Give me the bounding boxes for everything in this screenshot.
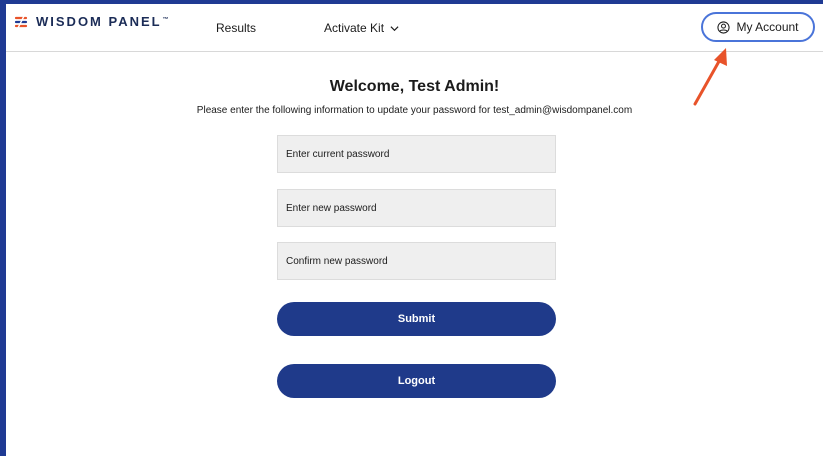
nav-results-link[interactable]: Results [216,21,256,35]
wisdom-panel-logo[interactable]: WISDOM PANEL™ [14,14,169,29]
new-password-input[interactable] [277,189,556,227]
logout-button[interactable]: Logout [277,364,556,398]
current-password-input[interactable] [277,135,556,173]
page-frame: WISDOM PANEL™ Results Activate Kit My Ac… [6,4,823,456]
wisdom-panel-logo-icon [14,15,28,28]
confirm-password-input[interactable] [277,242,556,280]
user-circle-icon [717,20,731,34]
top-navigation-bar: WISDOM PANEL™ Results Activate Kit My Ac… [6,4,823,52]
my-account-label: My Account [736,20,799,34]
nav-activate-kit-label: Activate Kit [324,21,385,35]
nav-activate-kit-dropdown[interactable]: Activate Kit [324,21,399,35]
chevron-down-icon [390,25,399,31]
submit-button[interactable]: Submit [277,302,556,336]
welcome-heading: Welcome, Test Admin! [329,78,500,95]
nav-results-label: Results [216,21,257,35]
instructions-text: Please enter the following information t… [196,105,633,116]
annotation-arrow [693,48,727,106]
my-account-button[interactable]: My Account [701,12,815,42]
logo-wordmark: WISDOM PANEL™ [36,14,169,29]
